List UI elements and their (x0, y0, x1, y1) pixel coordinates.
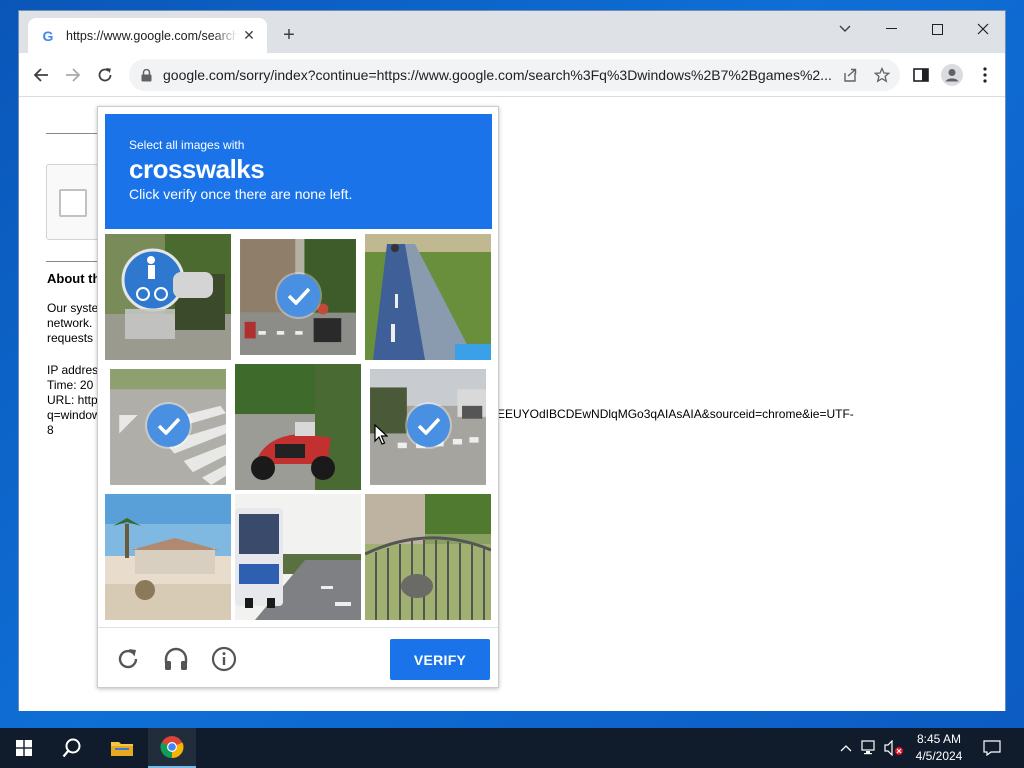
challenge-footer: VERIFY (98, 627, 498, 688)
tab-title: https://www.google.com/search?q (66, 28, 238, 43)
selected-checkmark-icon (407, 404, 450, 447)
lock-icon (139, 68, 153, 82)
google-favicon-icon: G (42, 27, 54, 44)
captcha-tile-8[interactable] (235, 494, 361, 620)
system-clock[interactable]: 8:45 AM 4/5/2024 (908, 731, 970, 765)
image-grid (105, 234, 492, 621)
tile-image (365, 234, 491, 360)
instruction-pre: Select all images with (129, 138, 245, 152)
forward-arrow-icon[interactable] (61, 63, 85, 87)
tab-close-icon[interactable]: ✕ (241, 27, 257, 44)
minimize-button[interactable] (868, 15, 914, 43)
tile-image (235, 364, 361, 490)
maximize-button[interactable] (914, 15, 960, 43)
side-panel-icon[interactable] (909, 63, 933, 87)
captcha-tile-1[interactable] (105, 234, 231, 360)
chrome-taskbar-icon[interactable] (148, 728, 196, 768)
profile-avatar-icon[interactable] (940, 63, 964, 87)
tile-image (105, 234, 231, 360)
clock-time: 8:45 AM (916, 732, 962, 746)
reload-icon[interactable] (114, 645, 142, 673)
captcha-tile-5[interactable] (235, 364, 361, 490)
share-icon[interactable] (840, 65, 860, 85)
audio-headphones-icon[interactable] (162, 645, 190, 673)
reload-page-icon[interactable] (93, 63, 117, 87)
clock-date: 4/5/2024 (915, 749, 963, 763)
new-tab-button[interactable]: + (277, 23, 301, 47)
start-windows-icon[interactable] (0, 728, 48, 768)
taskbar: 8:45 AM 4/5/2024 (0, 728, 1024, 768)
tile-image (235, 494, 361, 620)
about-heading: About th (47, 271, 101, 286)
tray-chevron-up-icon[interactable] (836, 738, 856, 758)
selected-checkmark-icon (147, 404, 190, 447)
recaptcha-checkbox[interactable] (59, 189, 87, 217)
browser-toolbar: google.com/sorry/index?continue=https://… (19, 53, 1005, 97)
notification-icon[interactable] (982, 738, 1002, 758)
file-explorer-folder-icon[interactable] (98, 728, 146, 768)
bookmark-star-icon[interactable] (872, 65, 892, 85)
instruction-post: Click verify once there are none left. (129, 186, 353, 202)
search-icon[interactable] (48, 728, 96, 768)
captcha-tile-9[interactable] (365, 494, 491, 620)
address-bar[interactable]: google.com/sorry/index?continue=https://… (129, 59, 900, 91)
verify-button[interactable]: VERIFY (390, 639, 490, 680)
tab-strip: G https://www.google.com/search?q ✕ + (19, 11, 1005, 53)
captcha-tile-4[interactable] (105, 364, 231, 490)
volume-muted-icon[interactable] (884, 738, 904, 758)
captcha-tile-3[interactable] (365, 234, 491, 360)
captcha-tile-2[interactable] (235, 234, 361, 360)
close-window-button[interactable] (960, 15, 1006, 43)
browser-tab[interactable]: G https://www.google.com/search?q ✕ (28, 18, 267, 53)
menu-kebab-icon[interactable] (973, 63, 997, 87)
tile-image (365, 494, 491, 620)
instruction-keyword: crosswalks (129, 154, 265, 184)
url-tail-text: EEUYOdIBCDEwNDlqMGo3qAIAsAIA&sourceid=ch… (497, 407, 854, 421)
network-icon[interactable] (860, 738, 880, 758)
info-icon[interactable] (210, 645, 238, 673)
tile-image (105, 494, 231, 620)
recaptcha-challenge: Select all images with crosswalks Click … (97, 106, 499, 688)
challenge-header: Select all images with crosswalks Click … (105, 114, 492, 229)
tab-search-chevron-icon[interactable] (822, 15, 868, 43)
selected-checkmark-icon (277, 274, 320, 317)
mouse-cursor-icon (374, 424, 388, 445)
back-arrow-icon[interactable] (29, 63, 53, 87)
captcha-tile-7[interactable] (105, 494, 231, 620)
address-url: google.com/sorry/index?continue=https://… (163, 67, 832, 83)
